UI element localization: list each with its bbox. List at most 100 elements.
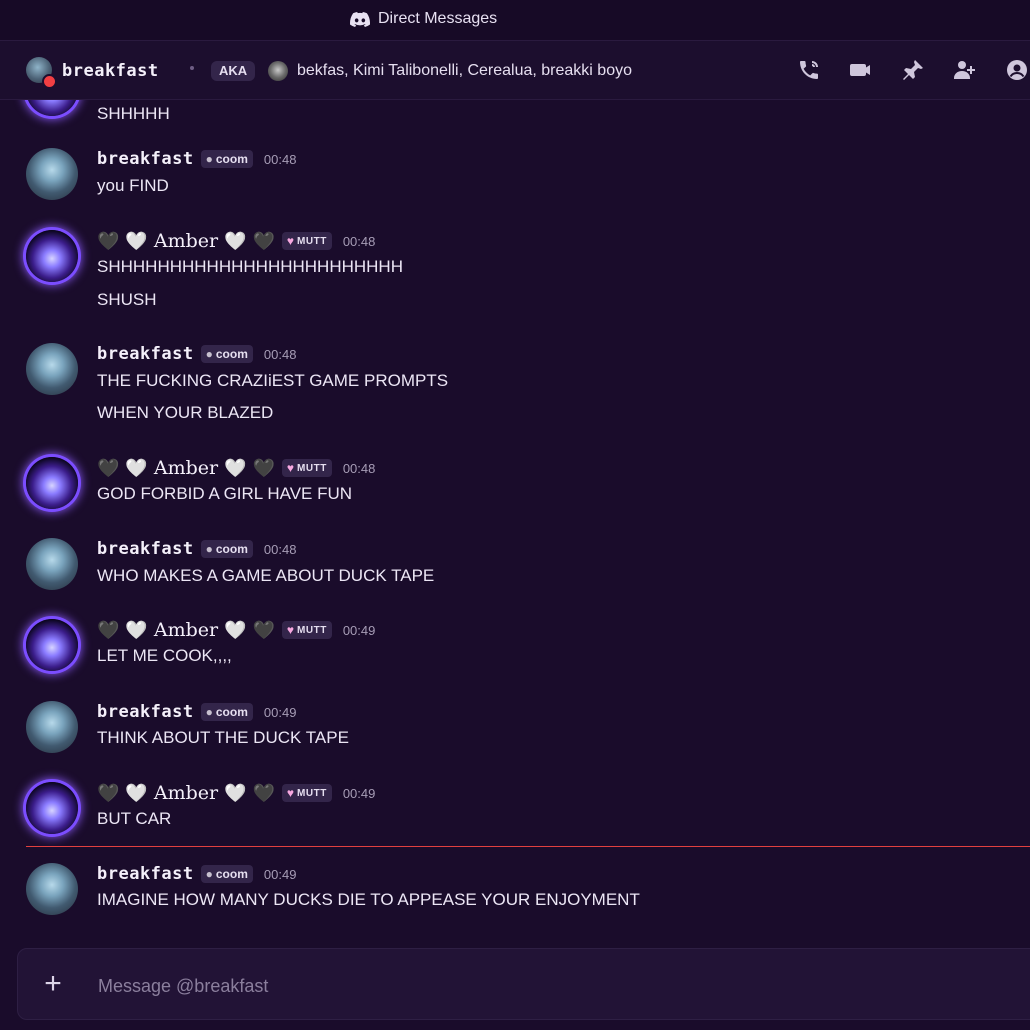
timestamp: 00:48 bbox=[263, 541, 297, 557]
white-heart-icon: 🤍 bbox=[125, 619, 148, 640]
username[interactable]: breakfast bbox=[97, 344, 194, 364]
header-toolbar bbox=[796, 57, 1030, 83]
attach-plus-icon[interactable]: + bbox=[40, 969, 66, 999]
timestamp: 00:49 bbox=[342, 785, 376, 801]
pink-heart-icon: ♥ bbox=[286, 623, 295, 637]
message-header: 🖤 🤍 Amber 🤍 🖤 ♥ MUTT 00:48 bbox=[97, 230, 375, 252]
aka-badge: AKA bbox=[211, 61, 256, 81]
message-header: breakfast ● coom 00:48 bbox=[97, 148, 296, 170]
username[interactable]: breakfast bbox=[97, 864, 194, 884]
dm-header: breakfast AKA bekfas, Kimi Talibonelli, … bbox=[0, 40, 1030, 100]
avatar[interactable] bbox=[26, 230, 78, 282]
profile-icon[interactable] bbox=[1004, 57, 1030, 83]
message-header: breakfast ● coom 00:49 bbox=[97, 701, 296, 723]
window-title-text: Direct Messages bbox=[378, 10, 498, 27]
username[interactable]: breakfast bbox=[97, 539, 194, 559]
message-text: IMAGINE HOW MANY DUCKS DIE TO APPEASE YO… bbox=[97, 890, 640, 909]
white-heart-icon: 🤍 bbox=[224, 230, 247, 251]
user-tag[interactable]: ● coom bbox=[200, 540, 253, 558]
avatar[interactable] bbox=[26, 148, 78, 200]
message-input[interactable] bbox=[96, 973, 1000, 999]
dnd-status-icon bbox=[42, 74, 57, 89]
message-list: SHHHHH breakfast ● coom 00:48 you FIND 🖤 … bbox=[0, 100, 1030, 945]
timestamp: 00:48 bbox=[342, 460, 376, 476]
avatar[interactable] bbox=[26, 863, 78, 915]
message-header: breakfast ● coom 00:48 bbox=[97, 538, 296, 560]
user-tag[interactable]: ♥ MUTT bbox=[281, 459, 332, 477]
cookie-icon: ● bbox=[205, 152, 213, 166]
message-text: THE FUCKING CRAZIiEST GAME PROMPTS bbox=[97, 371, 449, 390]
cookie-icon: ● bbox=[205, 347, 213, 361]
message-header: breakfast ● coom 00:48 bbox=[97, 343, 296, 365]
avatar[interactable] bbox=[26, 701, 78, 753]
cookie-icon: ● bbox=[205, 867, 213, 881]
pin-icon[interactable] bbox=[900, 57, 926, 83]
timestamp: 00:49 bbox=[263, 704, 297, 720]
username-text: Amber bbox=[153, 230, 219, 252]
message-text: SHUSH bbox=[97, 290, 157, 309]
message-text: GOD FORBID A GIRL HAVE FUN bbox=[97, 484, 353, 503]
message-header: 🖤 🤍 Amber 🤍 🖤 ♥ MUTT 00:48 bbox=[97, 457, 375, 479]
message-text: WHO MAKES A GAME ABOUT DUCK TAPE bbox=[97, 566, 435, 585]
user-tag[interactable]: ♥ MUTT bbox=[281, 621, 332, 639]
user-tag[interactable]: ● coom bbox=[200, 703, 253, 721]
message-text: WHEN YOUR BLAZED bbox=[97, 403, 274, 422]
username[interactable]: 🖤 🤍 Amber 🤍 🖤 bbox=[97, 619, 275, 641]
message-header: 🖤 🤍 Amber 🤍 🖤 ♥ MUTT 00:49 bbox=[97, 782, 375, 804]
user-tag[interactable]: ● coom bbox=[200, 345, 253, 363]
user-tag[interactable]: ♥ MUTT bbox=[281, 232, 332, 250]
message-text: THINK ABOUT THE DUCK TAPE bbox=[97, 728, 349, 747]
user-tag[interactable]: ● coom bbox=[200, 865, 253, 883]
message-text: you FIND bbox=[97, 176, 169, 195]
voice-call-icon[interactable] bbox=[796, 57, 822, 83]
black-heart-icon: 🖤 bbox=[97, 619, 120, 640]
message-text: SHHHHHHHHHHHHHHHHHHHHHHHH bbox=[97, 257, 403, 276]
add-friends-icon[interactable] bbox=[952, 57, 978, 83]
avatar[interactable] bbox=[26, 100, 78, 116]
avatar[interactable] bbox=[26, 343, 78, 395]
timestamp: 00:48 bbox=[342, 233, 376, 249]
window-title: Direct Messages bbox=[350, 10, 497, 28]
username[interactable]: 🖤 🤍 Amber 🤍 🖤 bbox=[97, 782, 275, 804]
black-heart-icon: 🖤 bbox=[252, 457, 275, 478]
avatar[interactable] bbox=[26, 782, 78, 834]
avatar[interactable] bbox=[26, 538, 78, 590]
black-heart-icon: 🖤 bbox=[97, 230, 120, 251]
black-heart-icon: 🖤 bbox=[252, 782, 275, 803]
white-heart-icon: 🤍 bbox=[224, 782, 247, 803]
message-text: SHHHHH bbox=[97, 104, 170, 123]
username-text: Amber bbox=[153, 782, 219, 804]
white-heart-icon: 🤍 bbox=[224, 619, 247, 640]
username[interactable]: breakfast bbox=[97, 149, 194, 169]
message-text: LET ME COOK,,,, bbox=[97, 646, 232, 665]
black-heart-icon: 🖤 bbox=[252, 619, 275, 640]
white-heart-icon: 🤍 bbox=[125, 457, 148, 478]
aka-names[interactable]: bekfas, Kimi Talibonelli, Cerealua, brea… bbox=[297, 62, 632, 80]
avatar[interactable] bbox=[26, 619, 78, 671]
username[interactable]: breakfast bbox=[97, 702, 194, 722]
black-heart-icon: 🖤 bbox=[97, 782, 120, 803]
header-username[interactable]: breakfast bbox=[62, 61, 159, 81]
pink-heart-icon: ♥ bbox=[286, 461, 295, 475]
pink-heart-icon: ♥ bbox=[286, 234, 295, 248]
message-composer: + bbox=[17, 948, 1030, 1020]
timestamp: 00:49 bbox=[263, 866, 297, 882]
timestamp: 00:48 bbox=[263, 346, 297, 362]
video-call-icon[interactable] bbox=[848, 57, 874, 83]
pink-heart-icon: ♥ bbox=[286, 786, 295, 800]
cookie-icon: ● bbox=[205, 705, 213, 719]
separator-dot bbox=[190, 66, 194, 70]
user-tag[interactable]: ● coom bbox=[200, 150, 253, 168]
user-tag[interactable]: ♥ MUTT bbox=[281, 784, 332, 802]
username[interactable]: 🖤 🤍 Amber 🤍 🖤 bbox=[97, 457, 275, 479]
message-header: 🖤 🤍 Amber 🤍 🖤 ♥ MUTT 00:49 bbox=[97, 619, 375, 641]
username-text: Amber bbox=[153, 619, 219, 641]
avatar[interactable] bbox=[26, 457, 78, 509]
discord-logo-icon bbox=[350, 11, 370, 27]
username[interactable]: 🖤 🤍 Amber 🤍 🖤 bbox=[97, 230, 275, 252]
title-bar: Direct Messages bbox=[0, 0, 1030, 40]
username-text: Amber bbox=[153, 457, 219, 479]
black-heart-icon: 🖤 bbox=[252, 230, 275, 251]
message-text: BUT CAR bbox=[97, 809, 172, 828]
timestamp: 00:48 bbox=[263, 151, 297, 167]
